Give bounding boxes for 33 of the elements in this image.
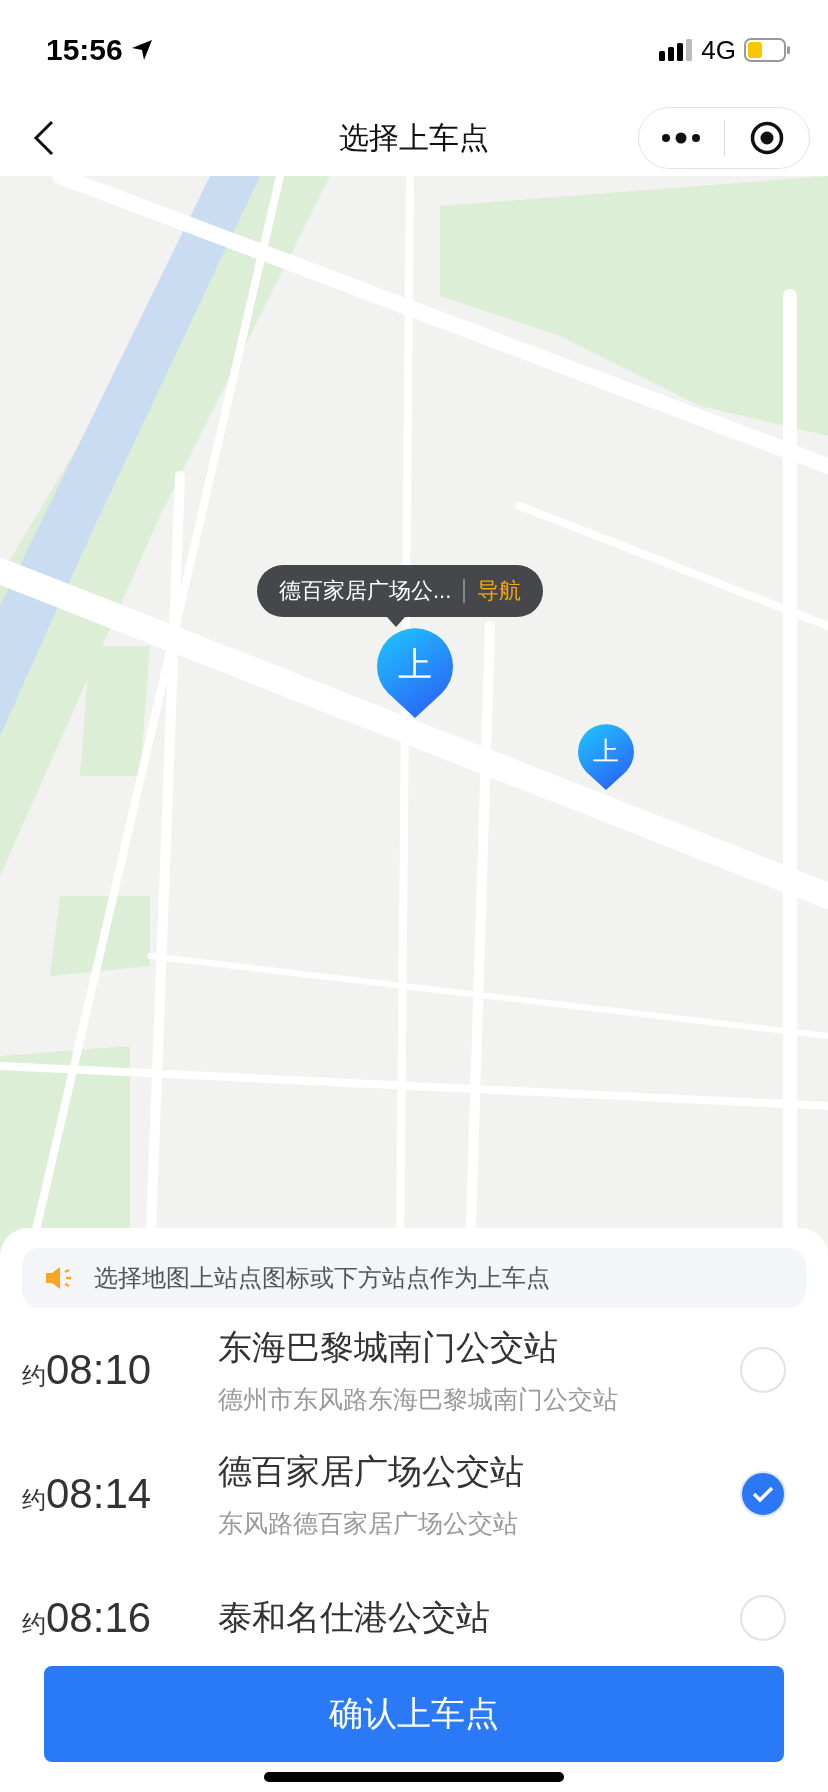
target-icon (749, 121, 784, 155)
station-name: 泰和名仕港公交站 (218, 1597, 491, 1638)
notice-text: 选择地图上站点图标或下方站点作为上车点 (94, 1263, 550, 1293)
approx-label: 约 (22, 1609, 46, 1639)
location-arrow-icon (130, 39, 153, 61)
station-row[interactable]: 约08:10 东海巴黎城南门公交站 德州市东风路东海巴黎城南门公交站 (22, 1308, 806, 1432)
station-row[interactable]: 约08:16 泰和名仕港公交站 (22, 1556, 806, 1652)
network-type: 4G (701, 34, 736, 66)
status-time: 15:56 (46, 33, 123, 67)
check-icon (751, 1485, 775, 1503)
arrival-time: 08:10 (46, 1346, 152, 1394)
radio-button[interactable] (740, 1471, 786, 1517)
station-name: 德百家居广场公交站 (218, 1450, 525, 1492)
more-icon (661, 132, 702, 144)
battery-icon (744, 38, 790, 62)
radio-button[interactable] (740, 1347, 786, 1393)
signal-icon (659, 39, 694, 61)
arrival-time: 08:14 (46, 1470, 152, 1518)
callout-text: 德百家居广场公... (279, 577, 452, 605)
station-row[interactable]: 约08:14 德百家居广场公交站 东风路德百家居广场公交站 (22, 1432, 806, 1556)
station-address: 德州市东风路东海巴黎城南门公交站 (218, 1383, 619, 1415)
navigate-link[interactable]: 导航 (477, 576, 522, 606)
page-title: 选择上车点 (338, 119, 490, 156)
arrival-time: 08:16 (46, 1594, 152, 1642)
approx-label: 约 (22, 1485, 46, 1515)
approx-label: 约 (22, 1361, 46, 1391)
confirm-button[interactable]: 确认上车点 (44, 1666, 784, 1762)
speaker-icon (44, 1265, 74, 1291)
radio-button[interactable] (740, 1595, 786, 1641)
station-name: 东海巴黎城南门公交站 (218, 1326, 559, 1368)
station-address: 东风路德百家居广场公交站 (218, 1507, 519, 1539)
station-pin[interactable]: 上 (377, 628, 453, 718)
station-pin[interactable]: 上 (578, 724, 634, 790)
